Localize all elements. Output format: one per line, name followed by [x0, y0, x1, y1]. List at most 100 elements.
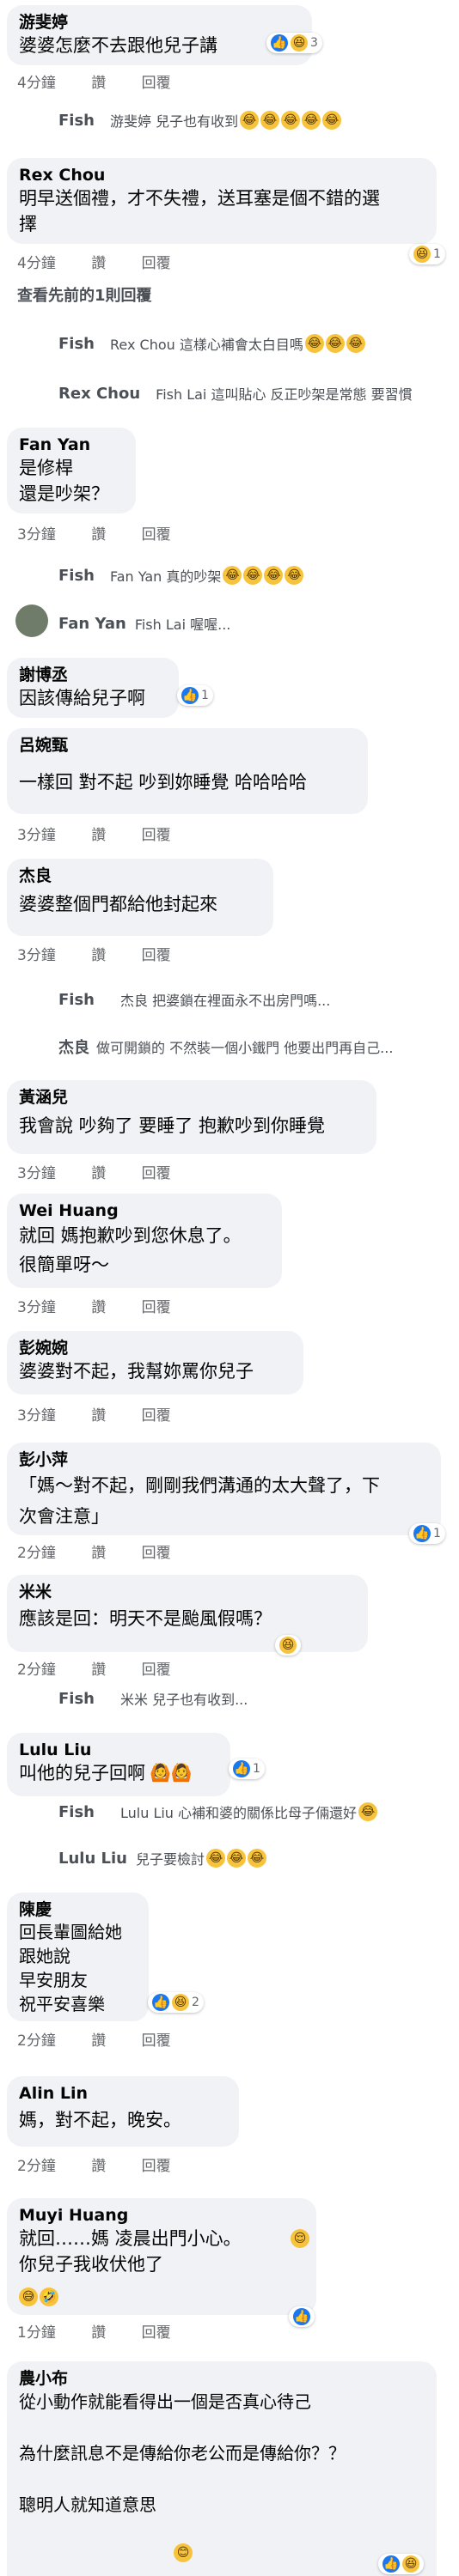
comment-time[interactable]: 1分鐘: [17, 2320, 56, 2342]
comment-meta: 3分鐘 讚 回覆: [17, 1403, 171, 1425]
like-link[interactable]: 讚: [91, 1403, 106, 1425]
comment-bubble: 黃涵兒 我會說 吵夠了 要睡了 抱歉吵到你睡覺: [7, 1080, 376, 1154]
comment-time[interactable]: 3分鐘: [17, 1295, 56, 1316]
reply-link[interactable]: 回覆: [142, 823, 171, 844]
reply-link[interactable]: 回覆: [142, 1295, 171, 1316]
reply-link[interactable]: 回覆: [142, 943, 171, 964]
reply-author[interactable]: Rex Chou: [58, 385, 140, 403]
comment-author[interactable]: Lulu Liu: [19, 1740, 218, 1760]
reply-author[interactable]: Fish: [58, 335, 95, 353]
reaction-summary[interactable]: 😆 1: [409, 244, 445, 264]
reaction-summary[interactable]: 👍 😆 2: [148, 1992, 204, 2013]
haha-emoji-icon: 😂: [243, 566, 263, 585]
like-link[interactable]: 讚: [91, 1161, 106, 1182]
comment-time[interactable]: 2分鐘: [17, 2028, 56, 2050]
reply-text: Lulu Liu 心補和婆的關係比母子倆還好: [120, 1805, 358, 1821]
comment-bubble: 米米 應該是回：明天不是颱風假嗎？: [7, 1575, 368, 1652]
like-link[interactable]: 讚: [91, 2320, 106, 2342]
reply-link[interactable]: 回覆: [142, 2154, 171, 2175]
like-link[interactable]: 讚: [91, 943, 106, 964]
reply-link[interactable]: 回覆: [142, 1657, 171, 1679]
like-link[interactable]: 讚: [91, 2028, 106, 2050]
reply-author[interactable]: Fish: [58, 991, 95, 1009]
comment-bubble: 農小布 從小動作就能看得出一個是否真心待己 為什麼訊息不是傳給你老公而是傳給你？…: [7, 2361, 437, 2576]
smile-emoji-icon: 😌: [291, 2229, 309, 2248]
reply-link[interactable]: 回覆: [142, 2320, 171, 2342]
comment-time[interactable]: 3分鐘: [17, 823, 56, 844]
like-link[interactable]: 讚: [91, 522, 106, 544]
reply-author[interactable]: Fan Yan: [58, 615, 126, 633]
comment-author[interactable]: Alin Lin: [19, 2083, 227, 2104]
reply-link[interactable]: 回覆: [142, 1540, 171, 1562]
reply-text: 兒子要檢討: [136, 1851, 205, 1868]
comment-author[interactable]: Fan Yan: [19, 434, 124, 455]
like-link[interactable]: 讚: [91, 2154, 106, 2175]
haha-emoji-icon: 😂: [248, 1849, 267, 1868]
reaction-summary[interactable]: 👍 1: [409, 1523, 445, 1544]
reaction-summary[interactable]: 👍 😆: [378, 2554, 424, 2574]
comment-author[interactable]: 彭婉婉: [19, 1338, 291, 1358]
reply-link[interactable]: 回覆: [142, 70, 171, 92]
like-link[interactable]: 讚: [91, 251, 106, 272]
comment-time[interactable]: 2分鐘: [17, 1540, 56, 1562]
comment-time[interactable]: 3分鐘: [17, 1161, 56, 1182]
reaction-summary[interactable]: 👍 1: [177, 685, 213, 706]
reply-item: Fish Rex Chou 這樣心補會太白目嗎 😂 😂 😂: [58, 333, 365, 354]
like-link[interactable]: 讚: [91, 1295, 106, 1316]
reply-link[interactable]: 回覆: [142, 1161, 171, 1182]
reaction-summary[interactable]: 😆: [275, 1635, 301, 1656]
comment-time[interactable]: 2分鐘: [17, 2154, 56, 2175]
reply-author[interactable]: Fish: [58, 112, 95, 130]
reply-link[interactable]: 回覆: [142, 251, 171, 272]
reply-link[interactable]: 回覆: [142, 2028, 171, 2050]
like-icon: 👍: [293, 2308, 310, 2325]
emoji-icons: 😌: [289, 2229, 309, 2248]
reaction-summary[interactable]: 👍 1: [229, 1759, 265, 1779]
reply-author[interactable]: Fish: [58, 1803, 95, 1821]
like-link[interactable]: 讚: [91, 1657, 106, 1679]
haha-emoji-icon: 😂: [346, 334, 365, 353]
reply-link[interactable]: 回覆: [142, 1403, 171, 1425]
comment-author[interactable]: 謝博丞: [19, 665, 167, 685]
comment-author[interactable]: 農小布: [19, 2368, 425, 2389]
comment-time[interactable]: 4分鐘: [17, 251, 56, 272]
comment-time[interactable]: 4分鐘: [17, 70, 56, 92]
haha-icon: 😆: [402, 2555, 419, 2573]
reply-author[interactable]: Lulu Liu: [58, 1850, 127, 1868]
comment-meta: 3分鐘 讚 回覆: [17, 823, 171, 844]
reply-author[interactable]: 杰良: [58, 1036, 89, 1058]
comment-author[interactable]: 陳慶: [19, 1899, 137, 1920]
comment-author[interactable]: Muyi Huang: [19, 2205, 304, 2226]
avatar[interactable]: [15, 605, 48, 637]
comment-author[interactable]: 彭小萍: [19, 1449, 429, 1470]
reply-link[interactable]: 回覆: [142, 522, 171, 544]
reaction-summary[interactable]: 👍 😆 3: [266, 33, 322, 53]
like-link[interactable]: 讚: [91, 1540, 106, 1562]
view-previous-replies-link[interactable]: 查看先前的1則回覆: [17, 283, 152, 306]
reply-item: Fish Fan Yan 真的吵架 😂 😂 😂 😂: [58, 565, 304, 586]
like-link[interactable]: 讚: [91, 823, 106, 844]
reply-author[interactable]: Fish: [58, 567, 95, 585]
comment-author[interactable]: 杰良: [19, 866, 261, 886]
comment-author[interactable]: 米米: [19, 1582, 356, 1602]
comment-author[interactable]: 呂婉甄: [19, 735, 356, 756]
reaction-summary[interactable]: 👍: [289, 2306, 315, 2327]
comment-bubble: Lulu Liu 叫他的兒子回啊: [7, 1733, 230, 1796]
haha-icon: 😆: [291, 34, 308, 52]
comment-author[interactable]: Rex Chou: [19, 165, 425, 185]
comment-time[interactable]: 3分鐘: [17, 943, 56, 964]
comment-time[interactable]: 2分鐘: [17, 1657, 56, 1679]
comment-author[interactable]: 黃涵兒: [19, 1087, 364, 1108]
comment-author[interactable]: 游斐婷: [19, 12, 300, 33]
reply-text: 游斐婷 兒子也有收到: [110, 113, 239, 130]
comment-bubble: Wei Huang 就回 媽抱歉吵到您休息了。 很簡單呀～: [7, 1194, 282, 1288]
reply-text: Fan Yan 真的吵架: [110, 568, 222, 585]
comment-time[interactable]: 3分鐘: [17, 1403, 56, 1425]
reply-author[interactable]: Fish: [58, 1690, 95, 1708]
comment-author[interactable]: Wei Huang: [19, 1200, 270, 1221]
like-link[interactable]: 讚: [91, 70, 106, 92]
comment-time[interactable]: 3分鐘: [17, 522, 56, 544]
sweat-emoji-icon: 😅: [19, 2287, 38, 2306]
comment-text: 從小動作就能看得出一個是否真心待己 為什麼訊息不是傳給你老公而是傳給你？？ 聰明…: [19, 2391, 346, 2515]
haha-emoji-icon: 😂: [281, 111, 301, 130]
